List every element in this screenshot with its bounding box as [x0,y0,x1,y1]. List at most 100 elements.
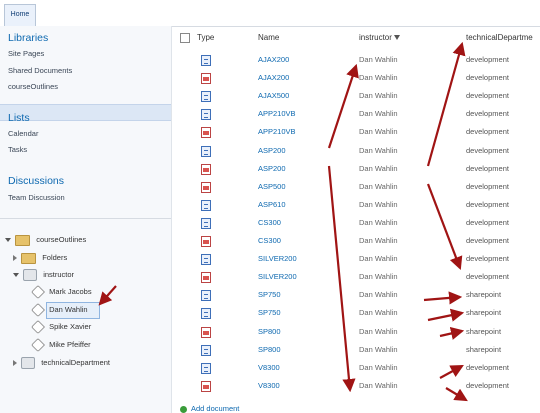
document-name-link[interactable]: SP750 [258,308,281,317]
word-document-icon[interactable] [201,199,211,211]
table-row: APP210VB Dan Wahlin development [172,124,540,142]
technical-department-cell: development [466,163,509,173]
tree-node-instructor-2[interactable]: Spike Xavier [30,319,92,335]
document-name-link[interactable]: APP210VB [258,109,296,118]
pdf-document-icon[interactable] [201,127,211,139]
tag-icon [30,302,46,318]
table-row: SP800 Dan Wahlin sharepoint [172,324,540,342]
pdf-document-icon[interactable] [201,272,211,284]
word-document-icon[interactable] [201,362,211,374]
document-name-link[interactable]: SP750 [258,290,281,299]
instructor-cell: Dan Wahlin [359,73,398,83]
word-document-icon[interactable] [201,290,211,302]
discussions-heading[interactable]: Discussions [8,175,64,187]
expand-closed-icon[interactable] [13,360,17,367]
pdf-document-icon[interactable] [201,326,211,338]
nav-shared-documents[interactable]: Shared Documents [8,66,72,75]
select-all-checkbox[interactable] [180,33,190,43]
expand-closed-icon[interactable] [13,255,17,262]
libraries-heading[interactable]: Libraries [8,32,48,44]
word-document-icon[interactable] [201,145,211,157]
document-name-link[interactable]: V8300 [258,363,280,372]
document-name-link[interactable]: CS300 [258,218,281,227]
metadata-field-icon [21,357,36,370]
pdf-document-icon[interactable] [201,181,211,193]
add-document-label: Add document [191,404,240,413]
tree-node-folders[interactable]: Folders [13,251,67,265]
tag-icon [30,284,46,300]
word-document-icon[interactable] [201,217,211,229]
technical-department-cell: development [466,109,509,119]
document-name-link[interactable]: APP210VB [258,127,296,136]
add-document-link[interactable]: Add document [180,404,239,413]
technical-department-cell: development [466,127,509,137]
nav-course-outlines[interactable]: courseOutlines [8,82,58,91]
nav-site-pages[interactable]: Site Pages [8,49,44,58]
document-name-link[interactable]: SILVER200 [258,254,297,263]
nav-calendar[interactable]: Calendar [8,129,38,138]
instructor-cell: Dan Wahlin [359,181,398,191]
word-document-icon[interactable] [201,254,211,266]
document-name-link[interactable]: AJAX200 [258,55,289,64]
instructor-cell: Dan Wahlin [359,91,398,101]
document-name-link[interactable]: AJAX500 [258,91,289,100]
column-header-instructor-label: instructor [359,33,392,42]
metadata-field-icon [23,269,38,282]
instructor-cell: Dan Wahlin [359,145,398,155]
table-row: CS300 Dan Wahlin development [172,215,540,233]
document-name-link[interactable]: CS300 [258,236,281,245]
table-row: APP210VB Dan Wahlin development [172,106,540,124]
document-name-link[interactable]: SILVER200 [258,272,297,281]
table-row: V8300 Dan Wahlin development [172,360,540,378]
document-name-link[interactable]: AJAX200 [258,73,289,82]
tree-label-term-selected: Dan Wahlin [49,305,88,314]
tree-node-root[interactable]: courseOutlines [5,233,86,247]
tree-node-technical-department[interactable]: technicalDepartment [13,356,110,370]
pdf-document-icon[interactable] [201,380,211,392]
column-header-type[interactable]: Type [197,33,214,42]
technical-department-cell: sharepoint [466,290,502,300]
document-name-link[interactable]: ASP200 [258,146,286,155]
column-header-name[interactable]: Name [258,33,279,42]
column-header-technical-department[interactable]: technicalDepartme [466,33,533,42]
table-row: SILVER200 Dan Wahlin development [172,269,540,287]
instructor-cell: Dan Wahlin [359,290,398,300]
document-name-link[interactable]: ASP200 [258,164,286,173]
instructor-cell: Dan Wahlin [359,127,398,137]
tree-node-instructor-3[interactable]: Mike Pfeiffer [30,337,91,353]
instructor-cell: Dan Wahlin [359,362,398,372]
pdf-document-icon[interactable] [201,73,211,85]
expand-open-icon[interactable] [5,238,11,243]
technical-department-cell: sharepoint [466,308,502,318]
word-document-icon[interactable] [201,344,211,356]
lists-heading[interactable]: Lists [8,112,30,124]
word-document-icon[interactable] [201,91,211,103]
expand-open-icon[interactable] [13,273,19,278]
document-name-link[interactable]: V8300 [258,381,280,390]
technical-department-cell: development [466,362,509,372]
word-document-icon[interactable] [201,308,211,320]
word-document-icon[interactable] [201,109,211,121]
document-name-link[interactable]: ASP610 [258,200,286,209]
pdf-document-icon[interactable] [201,236,211,247]
document-name-link[interactable]: SP800 [258,327,281,336]
table-row: SILVER200 Dan Wahlin development [172,251,540,269]
nav-tasks[interactable]: Tasks [8,145,27,154]
tree-label-term: Spike Xavier [49,322,92,331]
tree-label-instructor: instructor [43,270,75,279]
word-document-icon[interactable] [201,55,211,66]
tree-node-instructor[interactable]: instructor [13,268,74,282]
tree-node-instructor-0[interactable]: Mark Jacobs [30,284,92,300]
nav-team-discussion[interactable]: Team Discussion [8,193,65,202]
document-name-link[interactable]: ASP500 [258,182,286,191]
column-header-instructor[interactable]: instructor [359,33,400,42]
pdf-document-icon[interactable] [201,163,211,175]
table-row: SP800 Dan Wahlin sharepoint [172,342,540,360]
add-icon [180,405,187,413]
ribbon-bar: Home [0,0,540,27]
tree-node-instructor-1[interactable]: Dan Wahlin [30,302,88,318]
instructor-cell: Dan Wahlin [359,199,398,209]
tab-home[interactable]: Home [4,4,36,26]
document-list: Type Name instructor technicalDepartme A… [172,26,540,413]
document-name-link[interactable]: SP800 [258,345,281,354]
